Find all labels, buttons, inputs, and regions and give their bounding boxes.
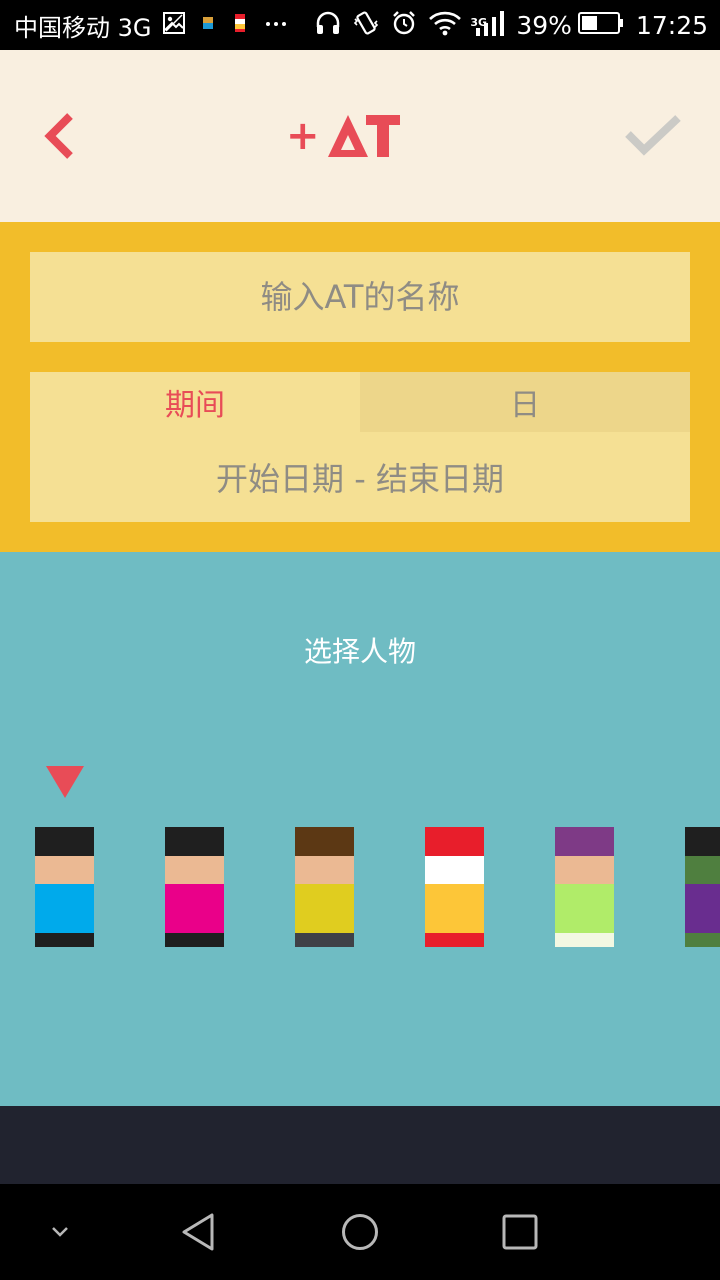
tab-period-label: 期间 (165, 388, 225, 423)
checkmark-icon (625, 115, 681, 156)
status-bar-right: 3G 39% 17:25 (304, 0, 708, 50)
character-option-1[interactable] (35, 827, 94, 947)
chevron-left-icon (44, 113, 73, 159)
confirm-button[interactable] (622, 112, 684, 160)
bottom-action-bar (0, 1106, 720, 1184)
gallery-icon (162, 11, 186, 39)
tab-period[interactable]: 期间 (30, 372, 360, 432)
character-body (555, 884, 614, 933)
date-range-field[interactable]: 开始日期 - 结束日期 (30, 432, 690, 522)
character-face (295, 856, 354, 884)
character-hair (425, 827, 484, 856)
status-bar-left: 中国移动 3G (0, 0, 288, 50)
character-hair (685, 827, 720, 856)
battery-percentage: 39% (516, 10, 572, 40)
notification-app-icon (200, 11, 216, 39)
character-feet (295, 933, 354, 947)
headphones-icon (314, 9, 342, 41)
character-option-4[interactable] (425, 827, 484, 947)
character-face (425, 856, 484, 884)
character-hair (35, 827, 94, 856)
at-logo-mark: AT (327, 115, 400, 157)
character-option-5[interactable] (555, 827, 614, 947)
system-nav-bar (0, 1184, 720, 1280)
character-body (685, 884, 720, 933)
wifi-icon (428, 9, 462, 41)
recents-square-icon (502, 1214, 538, 1250)
character-face (555, 856, 614, 884)
alarm-icon (390, 9, 418, 41)
character-hair (555, 827, 614, 856)
chevron-down-icon (52, 1227, 68, 1237)
hide-nav-button[interactable] (40, 1212, 80, 1252)
character-body (165, 884, 224, 933)
home-nav-button[interactable] (340, 1212, 380, 1252)
character-feet (165, 933, 224, 947)
status-bar: 中国移动 3G 3G 39% 17:25 (0, 0, 720, 50)
app-logo: + AT (286, 114, 400, 158)
recents-nav-button[interactable] (500, 1212, 540, 1252)
character-face (35, 856, 94, 884)
network-type-label: 3G (470, 16, 488, 29)
logo-plus: + (286, 113, 320, 159)
character-list (0, 827, 720, 947)
at-name-input[interactable] (30, 252, 690, 342)
character-option-3[interactable] (295, 827, 354, 947)
character-hair (295, 827, 354, 856)
at-form-panel: 期间 日 开始日期 - 结束日期 (0, 222, 720, 552)
character-feet (425, 933, 484, 947)
more-dots-icon (264, 11, 288, 39)
character-option-6[interactable] (685, 827, 720, 947)
back-triangle-icon (182, 1213, 214, 1251)
battery-icon (577, 11, 624, 39)
character-body (295, 884, 354, 933)
vibrate-icon (352, 9, 380, 41)
character-panel: 选择人物 (0, 552, 720, 1106)
signal-icon: 3G (470, 8, 506, 42)
character-feet (555, 933, 614, 947)
character-option-2[interactable] (165, 827, 224, 947)
date-range-placeholder: 开始日期 - 结束日期 (216, 460, 504, 498)
character-face (685, 856, 720, 884)
notification-app-icon (232, 11, 248, 39)
character-section-title: 选择人物 (303, 635, 416, 668)
date-selector: 期间 日 开始日期 - 结束日期 (30, 372, 690, 522)
back-nav-button[interactable] (180, 1212, 220, 1252)
character-feet (685, 933, 720, 947)
tab-day[interactable]: 日 (360, 372, 690, 432)
character-feet (35, 933, 94, 947)
character-body (425, 884, 484, 933)
tab-day-label: 日 (510, 388, 540, 423)
back-button[interactable] (36, 110, 88, 162)
character-body (35, 884, 94, 933)
character-hair (165, 827, 224, 856)
home-circle-icon (342, 1214, 378, 1250)
app-header: + AT (0, 50, 720, 222)
character-face (165, 856, 224, 884)
clock: 17:25 (635, 10, 708, 40)
selected-indicator-icon (45, 766, 84, 798)
carrier-label: 中国移动 3G (14, 13, 152, 42)
